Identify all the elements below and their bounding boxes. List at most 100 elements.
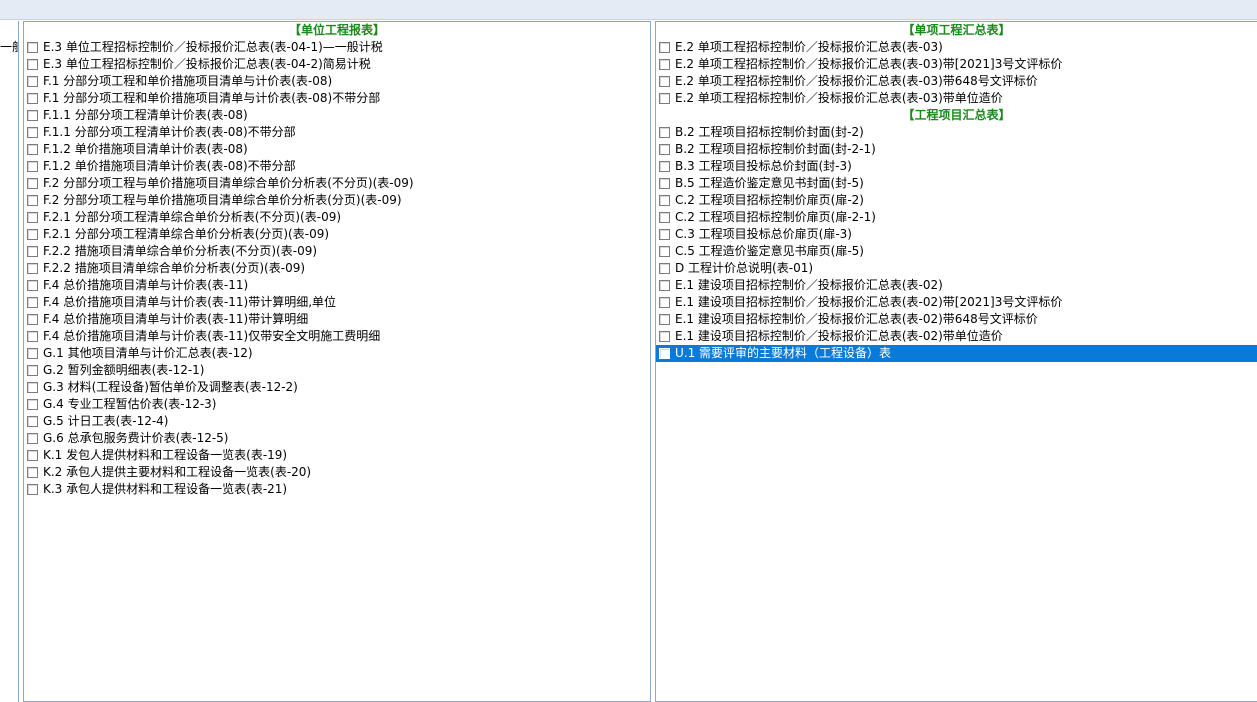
report-checkbox[interactable] bbox=[659, 76, 670, 87]
report-list-item[interactable]: F.1 分部分项工程和单价措施项目清单与计价表(表-08) bbox=[24, 73, 650, 90]
report-checkbox[interactable] bbox=[27, 348, 38, 359]
report-checkbox[interactable] bbox=[27, 93, 38, 104]
report-checkbox[interactable] bbox=[27, 314, 38, 325]
report-list-item[interactable]: E.2 单项工程招标控制价／投标报价汇总表(表-03)带[2021]3号文评标价 bbox=[656, 56, 1257, 73]
report-list-item[interactable]: F.2.2 措施项目清单综合单价分析表(不分页)(表-09) bbox=[24, 243, 650, 260]
report-checkbox[interactable] bbox=[659, 127, 670, 138]
report-checkbox[interactable] bbox=[27, 229, 38, 240]
report-checkbox[interactable] bbox=[27, 195, 38, 206]
report-list-item[interactable]: K.2 承包人提供主要材料和工程设备一览表(表-20) bbox=[24, 464, 650, 481]
report-list-item[interactable]: G.4 专业工程暂估价表(表-12-3) bbox=[24, 396, 650, 413]
report-list-item[interactable]: C.3 工程项目投标总价扉页(扉-3) bbox=[656, 226, 1257, 243]
report-list-item[interactable]: B.3 工程项目投标总价封面(封-3) bbox=[656, 158, 1257, 175]
report-checkbox[interactable] bbox=[659, 144, 670, 155]
report-checkbox[interactable] bbox=[659, 331, 670, 342]
report-list-item[interactable]: F.1.2 单价措施项目清单计价表(表-08)不带分部 bbox=[24, 158, 650, 175]
report-item-label: F.4 总价措施项目清单与计价表(表-11) bbox=[43, 278, 249, 292]
report-checkbox[interactable] bbox=[659, 42, 670, 53]
report-item-label: F.2.1 分部分项工程清单综合单价分析表(不分页)(表-09) bbox=[43, 210, 342, 224]
report-checkbox[interactable] bbox=[659, 263, 670, 274]
report-checkbox[interactable] bbox=[659, 178, 670, 189]
report-checkbox[interactable] bbox=[27, 280, 38, 291]
report-checkbox[interactable] bbox=[27, 399, 38, 410]
report-checkbox[interactable] bbox=[27, 212, 38, 223]
report-selection-window: 一般 【单位工程报表】 E.3 单位工程招标控制价／投标报价汇总表(表-04-1… bbox=[0, 0, 1257, 702]
report-list-item[interactable]: E.1 建设项目招标控制价／投标报价汇总表(表-02)带648号文评标价 bbox=[656, 311, 1257, 328]
report-checkbox[interactable] bbox=[659, 348, 670, 359]
report-list-item[interactable]: F.2.2 措施项目清单综合单价分析表(分页)(表-09) bbox=[24, 260, 650, 277]
report-list-item[interactable]: B.2 工程项目招标控制价封面(封-2-1) bbox=[656, 141, 1257, 158]
report-list-item[interactable]: F.4 总价措施项目清单与计价表(表-11)带计算明细,单位 bbox=[24, 294, 650, 311]
report-checkbox[interactable] bbox=[659, 280, 670, 291]
report-list-item[interactable]: F.1.1 分部分项工程清单计价表(表-08)不带分部 bbox=[24, 124, 650, 141]
report-checkbox[interactable] bbox=[27, 484, 38, 495]
report-list-item[interactable]: K.3 承包人提供材料和工程设备一览表(表-21) bbox=[24, 481, 650, 498]
report-checkbox[interactable] bbox=[27, 467, 38, 478]
report-checkbox[interactable] bbox=[27, 76, 38, 87]
report-list-item[interactable]: C.2 工程项目招标控制价扉页(扉-2) bbox=[656, 192, 1257, 209]
report-list-item[interactable]: C.2 工程项目招标控制价扉页(扉-2-1) bbox=[656, 209, 1257, 226]
construction-project-summary-items: B.2 工程项目招标控制价封面(封-2) B.2 工程项目招标控制价封面(封-2-… bbox=[656, 124, 1257, 362]
report-checkbox[interactable] bbox=[659, 297, 670, 308]
report-item-label: F.2.1 分部分项工程清单综合单价分析表(分页)(表-09) bbox=[43, 227, 330, 241]
report-list-item[interactable]: F.2 分部分项工程与单价措施项目清单综合单价分析表(分页)(表-09) bbox=[24, 192, 650, 209]
report-checkbox[interactable] bbox=[27, 382, 38, 393]
report-checkbox[interactable] bbox=[27, 450, 38, 461]
report-list-item[interactable]: F.4 总价措施项目清单与计价表(表-11)仅带安全文明施工费明细 bbox=[24, 328, 650, 345]
report-checkbox[interactable] bbox=[27, 365, 38, 376]
report-checkbox[interactable] bbox=[27, 42, 38, 53]
report-list-item[interactable]: E.2 单项工程招标控制价／投标报价汇总表(表-03) bbox=[656, 39, 1257, 56]
report-checkbox[interactable] bbox=[27, 246, 38, 257]
report-checkbox[interactable] bbox=[659, 59, 670, 70]
summary-report-list[interactable]: 【单项工程汇总表】 E.2 单项工程招标控制价／投标报价汇总表(表-03) E.2… bbox=[655, 21, 1257, 702]
single-project-summary-header: 【单项工程汇总表】 bbox=[902, 23, 1011, 37]
report-list-item[interactable]: F.4 总价措施项目清单与计价表(表-11)带计算明细 bbox=[24, 311, 650, 328]
report-item-label: F.2.2 措施项目清单综合单价分析表(分页)(表-09) bbox=[43, 261, 306, 275]
report-list-item[interactable]: K.1 发包人提供材料和工程设备一览表(表-19) bbox=[24, 447, 650, 464]
report-list-item[interactable]: E.1 建设项目招标控制价／投标报价汇总表(表-02) bbox=[656, 277, 1257, 294]
report-list-item[interactable]: F.2 分部分项工程与单价措施项目清单综合单价分析表(不分页)(表-09) bbox=[24, 175, 650, 192]
report-checkbox[interactable] bbox=[27, 433, 38, 444]
report-list-item[interactable]: G.2 暂列金额明细表(表-12-1) bbox=[24, 362, 650, 379]
report-checkbox[interactable] bbox=[27, 331, 38, 342]
report-checkbox[interactable] bbox=[27, 416, 38, 427]
report-list-item[interactable]: B.2 工程项目招标控制价封面(封-2) bbox=[656, 124, 1257, 141]
report-checkbox[interactable] bbox=[659, 314, 670, 325]
report-list-item[interactable]: F.4 总价措施项目清单与计价表(表-11) bbox=[24, 277, 650, 294]
report-list-item[interactable]: G.5 计日工表(表-12-4) bbox=[24, 413, 650, 430]
report-list-item[interactable]: D 工程计价总说明(表-01) bbox=[656, 260, 1257, 277]
report-checkbox[interactable] bbox=[27, 263, 38, 274]
report-list-item[interactable]: E.2 单项工程招标控制价／投标报价汇总表(表-03)带单位造价 bbox=[656, 90, 1257, 107]
report-checkbox[interactable] bbox=[659, 195, 670, 206]
report-list-item[interactable]: F.1.2 单价措施项目清单计价表(表-08) bbox=[24, 141, 650, 158]
report-checkbox[interactable] bbox=[659, 212, 670, 223]
report-list-item[interactable]: C.5 工程造价鉴定意见书扉页(扉-5) bbox=[656, 243, 1257, 260]
report-list-item[interactable]: E.1 建设项目招标控制价／投标报价汇总表(表-02)带[2021]3号文评标价 bbox=[656, 294, 1257, 311]
toolbar bbox=[0, 0, 1257, 20]
report-list-item[interactable]: G.3 材料(工程设备)暂估单价及调整表(表-12-2) bbox=[24, 379, 650, 396]
report-list-item[interactable]: G.6 总承包服务费计价表(表-12-5) bbox=[24, 430, 650, 447]
report-list-item[interactable]: G.1 其他项目清单与计价汇总表(表-12) bbox=[24, 345, 650, 362]
report-list-item[interactable]: E.3 单位工程招标控制价／投标报价汇总表(表-04-2)简易计税 bbox=[24, 56, 650, 73]
report-checkbox[interactable] bbox=[27, 161, 38, 172]
report-checkbox[interactable] bbox=[659, 161, 670, 172]
report-list-item[interactable]: E.3 单位工程招标控制价／投标报价汇总表(表-04-1)—一般计税 bbox=[24, 39, 650, 56]
report-checkbox[interactable] bbox=[659, 229, 670, 240]
report-checkbox[interactable] bbox=[27, 127, 38, 138]
report-list-item[interactable]: B.5 工程造价鉴定意见书封面(封-5) bbox=[656, 175, 1257, 192]
report-list-item[interactable]: E.2 单项工程招标控制价／投标报价汇总表(表-03)带648号文评标价 bbox=[656, 73, 1257, 90]
report-checkbox[interactable] bbox=[27, 297, 38, 308]
report-checkbox[interactable] bbox=[27, 110, 38, 121]
report-checkbox[interactable] bbox=[27, 59, 38, 70]
unit-project-report-list[interactable]: 【单位工程报表】 E.3 单位工程招标控制价／投标报价汇总表(表-04-1)—一… bbox=[23, 21, 651, 702]
report-list-item[interactable]: F.2.1 分部分项工程清单综合单价分析表(分页)(表-09) bbox=[24, 226, 650, 243]
report-list-item[interactable]: F.2.1 分部分项工程清单综合单价分析表(不分页)(表-09) bbox=[24, 209, 650, 226]
report-checkbox[interactable] bbox=[659, 93, 670, 104]
report-list-item[interactable]: U.1 需要评审的主要材料（工程设备）表 bbox=[656, 345, 1257, 362]
report-checkbox[interactable] bbox=[27, 178, 38, 189]
report-list-item[interactable]: F.1.1 分部分项工程清单计价表(表-08) bbox=[24, 107, 650, 124]
report-list-item[interactable]: E.1 建设项目招标控制价／投标报价汇总表(表-02)带单位造价 bbox=[656, 328, 1257, 345]
report-checkbox[interactable] bbox=[27, 144, 38, 155]
report-list-item[interactable]: F.1 分部分项工程和单价措施项目清单与计价表(表-08)不带分部 bbox=[24, 90, 650, 107]
report-checkbox[interactable] bbox=[659, 246, 670, 257]
